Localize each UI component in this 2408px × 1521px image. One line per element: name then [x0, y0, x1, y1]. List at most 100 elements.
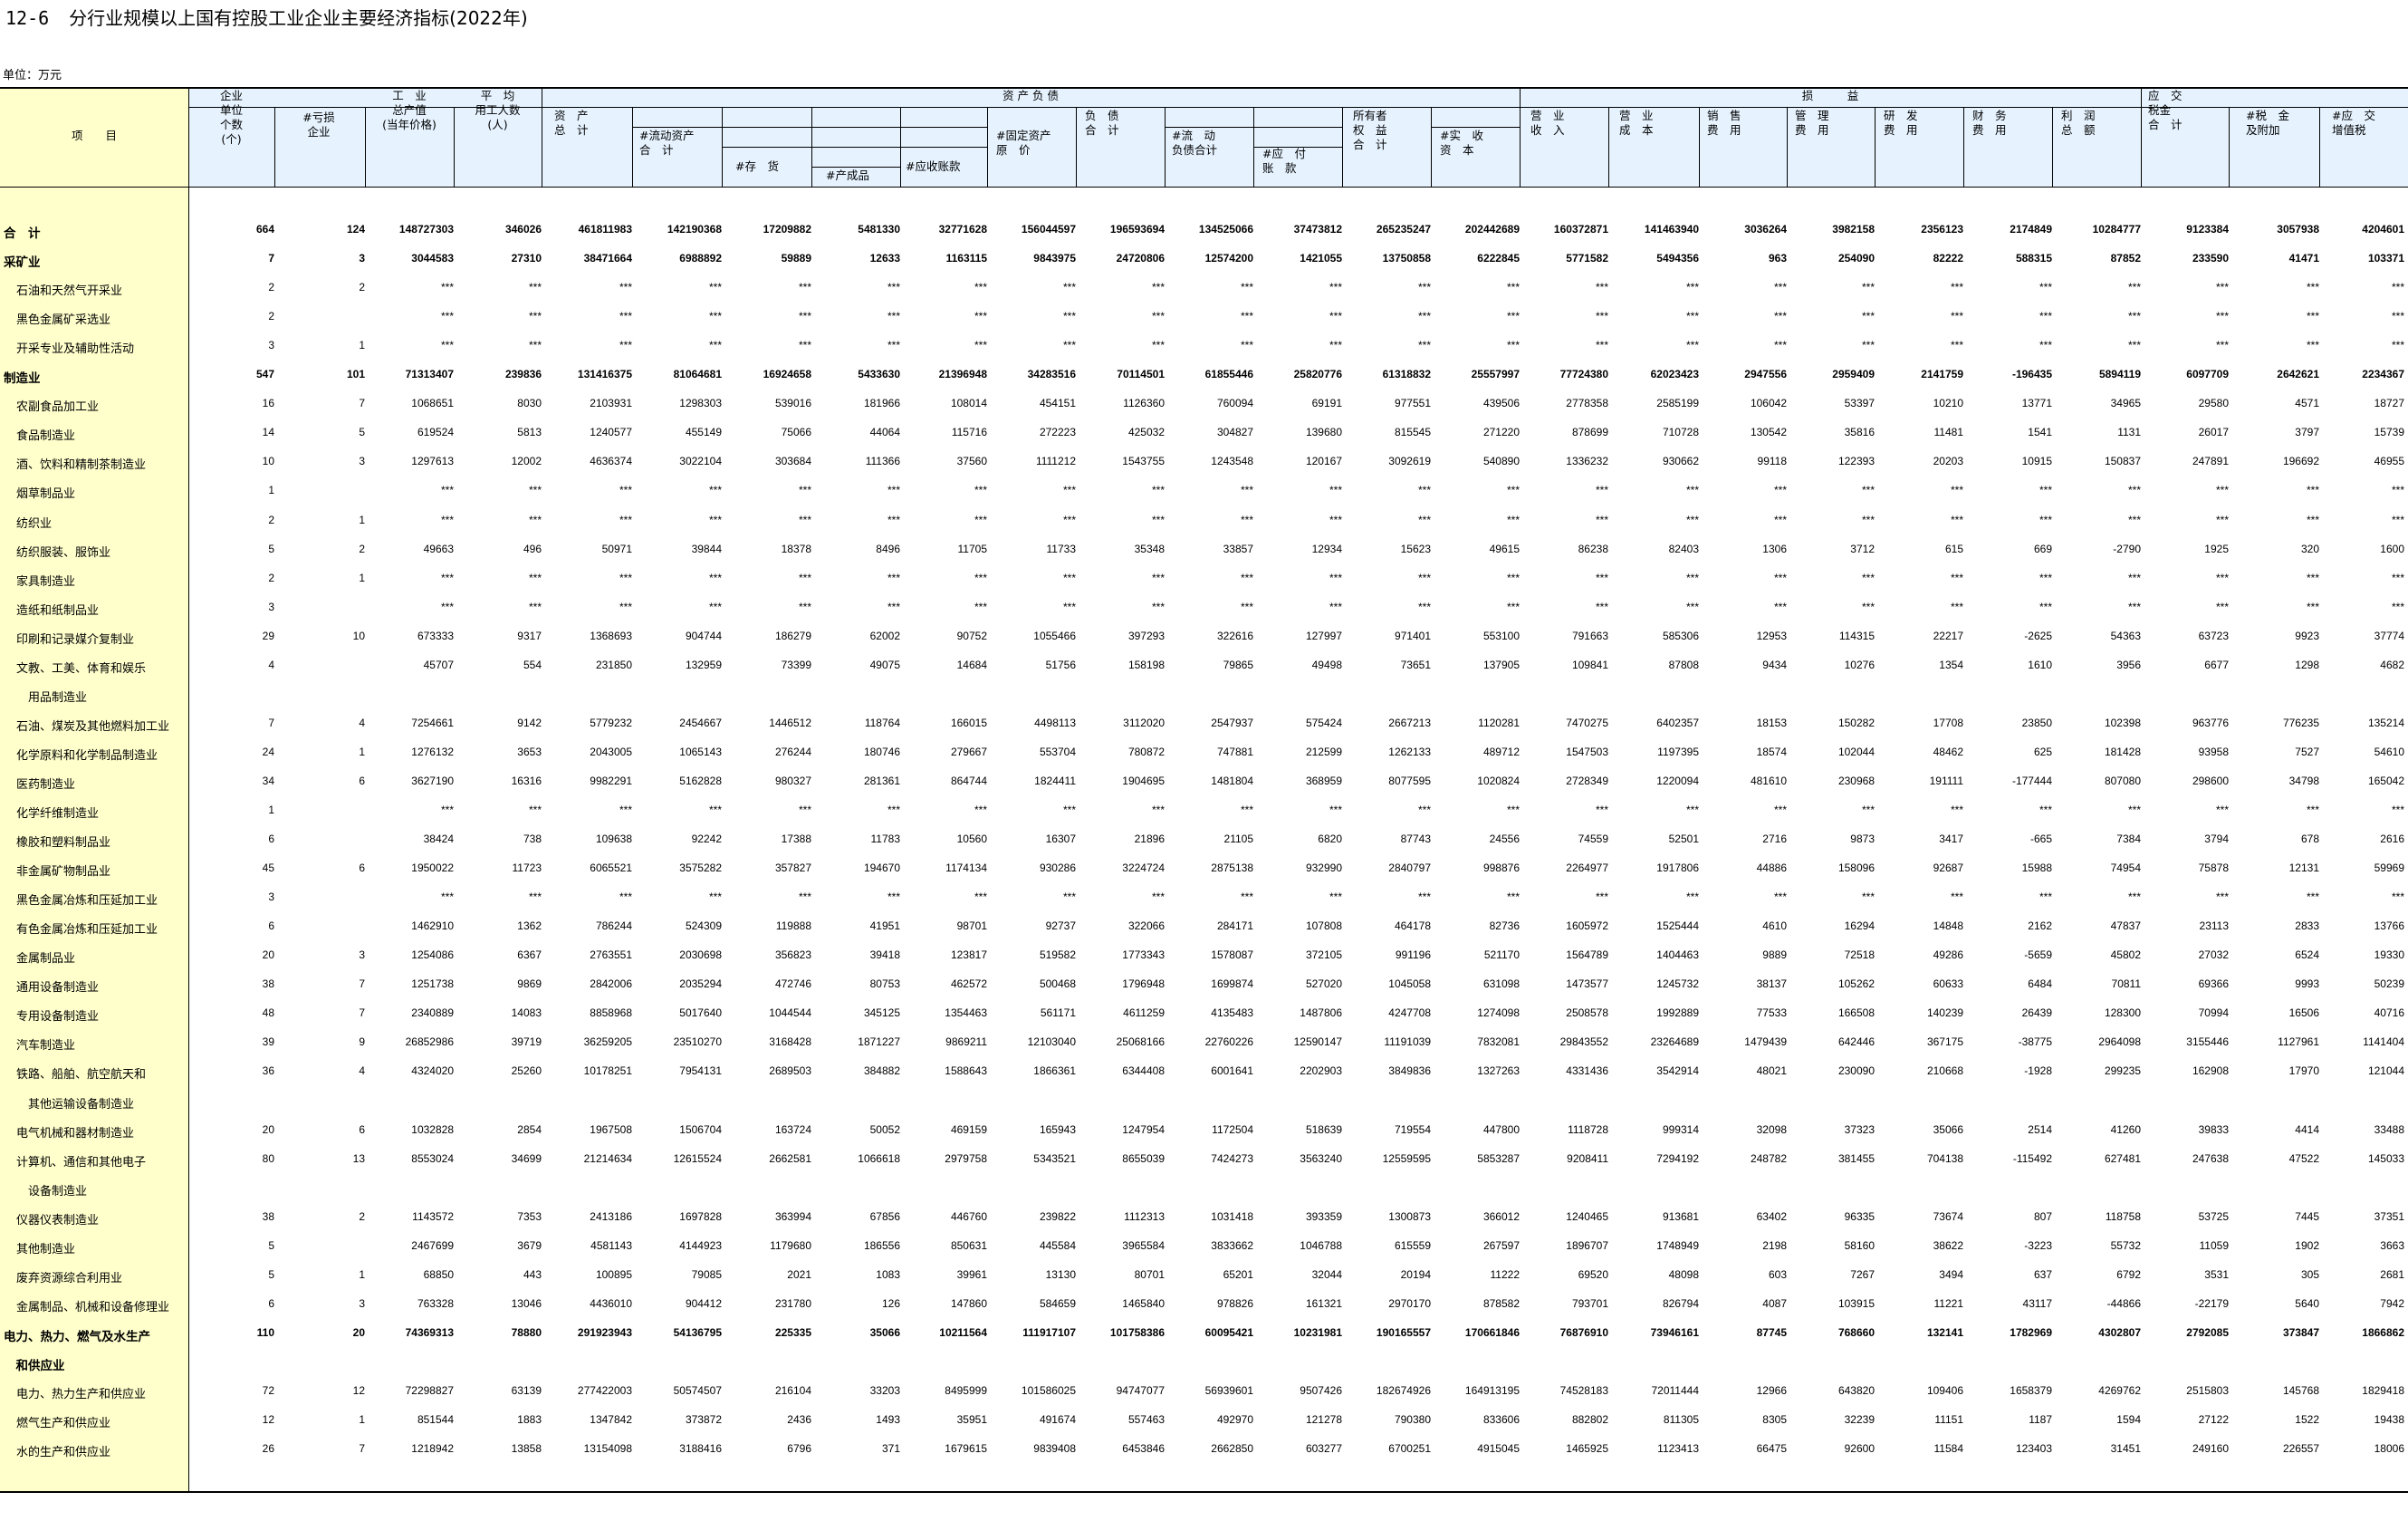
table-cell: ***	[1595, 484, 1608, 496]
table-cell: -115492	[2012, 1152, 2052, 1165]
table-cell: 26	[262, 1442, 274, 1455]
table-cell: 76876910	[1559, 1326, 1608, 1339]
table-cell: ***	[798, 484, 811, 496]
table-cell: 75878	[2198, 862, 2229, 874]
table-cell: 11222	[1490, 1268, 1520, 1281]
table-cell: 18574	[1756, 746, 1787, 758]
table-cell: ***	[2039, 804, 2052, 816]
header-inventory: #存 货	[735, 159, 779, 173]
table-cell: 1	[268, 484, 274, 496]
table-cell: 123403	[2015, 1442, 2052, 1455]
header-enterprise-count: 企业 单位 个数 (个)	[219, 89, 243, 146]
table-cell: 90752	[956, 630, 987, 642]
table-cell: 9869211	[945, 1035, 987, 1048]
table-cell: 40716	[2374, 1006, 2404, 1019]
table-cell: 150282	[1837, 717, 1875, 729]
table-cell: ***	[440, 310, 454, 322]
table-cell: 29	[262, 630, 274, 642]
table-cell: 2979758	[945, 1152, 987, 1165]
table-cell: 1605972	[1566, 919, 1608, 932]
table-cell: 54610	[2374, 746, 2404, 758]
table-cell: ***	[2306, 804, 2319, 816]
table-cell: 31451	[2110, 1442, 2141, 1455]
table-cell: ***	[1151, 339, 1165, 351]
table-cell: ***	[1773, 601, 1787, 613]
table-cell: 6484	[2028, 977, 2052, 990]
table-cell: ***	[2391, 310, 2404, 322]
table-cell: 77533	[1756, 1006, 1787, 1019]
table-cell: 27122	[2198, 1413, 2229, 1426]
table-cell: ***	[708, 804, 722, 816]
table-cell: 1824411	[1034, 775, 1076, 787]
table-cell: 6	[359, 862, 365, 874]
table-cell: 165943	[1039, 1123, 1076, 1136]
table-cell: ***	[1062, 601, 1076, 613]
table-cell: ***	[1329, 601, 1342, 613]
table-cell: ***	[1861, 890, 1875, 903]
row-label: 化学纤维制造业	[16, 807, 100, 821]
table-cell: 1	[268, 804, 274, 816]
header-col-divider	[987, 107, 988, 187]
table-cell: 70114501	[1117, 368, 1165, 380]
table-cell: 826794	[1662, 1297, 1699, 1310]
table-cell: 4269762	[2098, 1384, 2141, 1397]
table-cell: 4	[268, 659, 274, 671]
table-cell: 8077595	[1388, 775, 1431, 787]
table-cell: 904412	[685, 1297, 722, 1310]
table-cell: ***	[440, 339, 454, 351]
row-label: 计算机、通信和其他电子	[16, 1156, 147, 1170]
row-label: 有色金属冶炼和压延加工业	[16, 923, 158, 937]
table-cell: 1	[359, 1413, 365, 1426]
table-cell: 963776	[2192, 717, 2229, 729]
table-cell: 1274098	[1477, 1006, 1520, 1019]
table-cell: 8858968	[590, 1006, 632, 1019]
table-cell: 108014	[950, 397, 987, 409]
table-cell: 519582	[1039, 948, 1076, 961]
table-cell: 148727303	[398, 223, 454, 236]
table-cell: 5	[359, 426, 365, 438]
table-cell: 48462	[1933, 746, 1963, 758]
table-cell: 106042	[1750, 397, 1787, 409]
table-cell: ***	[2215, 339, 2229, 351]
table-cell: ***	[1773, 310, 1787, 322]
table-cell: 18378	[781, 543, 811, 555]
header-current-liabilities: #流 动 负债合计	[1172, 129, 1218, 157]
table-cell: ***	[1861, 281, 1875, 294]
table-cell: ***	[1773, 339, 1787, 351]
table-cell: 39	[262, 1035, 274, 1048]
table-cell: 4611259	[1123, 1006, 1165, 1019]
table-cell: 619524	[417, 426, 454, 438]
table-cell: 11705	[957, 543, 987, 555]
table-cell: 2840797	[1388, 862, 1431, 874]
table-cell: 94747077	[1116, 1384, 1165, 1397]
table-cell: 2792085	[2186, 1326, 2229, 1339]
header-item: 项 目	[71, 129, 117, 142]
table-cell: 2585199	[1656, 397, 1699, 409]
table-cell: 25260	[511, 1064, 542, 1077]
table-cell: 163724	[774, 1123, 811, 1136]
table-cell: 51756	[1045, 659, 1076, 671]
table-cell: ***	[1062, 514, 1076, 526]
table-cell: ***	[2127, 339, 2141, 351]
table-cell: 6792	[2116, 1268, 2141, 1281]
table-cell: 4135483	[1211, 1006, 1253, 1019]
table-cell: 643820	[1837, 1384, 1875, 1397]
table-cell: 3575282	[679, 862, 722, 874]
table-cell: 4436010	[590, 1297, 632, 1310]
table-cell: 518639	[1305, 1123, 1342, 1136]
table-cell: 1141404	[2363, 1035, 2404, 1048]
table-cell: 6065521	[590, 862, 632, 874]
table-cell: 114315	[1838, 630, 1875, 642]
table-cell: 60633	[1933, 977, 1963, 990]
table-cell: 1	[359, 339, 365, 351]
table-cell: 37323	[1844, 1123, 1875, 1136]
table-cell: 1298	[2295, 659, 2319, 671]
table-cell: 2356123	[1921, 223, 1963, 236]
table-cell: 322616	[1216, 630, 1253, 642]
table-cell: 2778358	[1566, 397, 1608, 409]
table-cell: 539016	[774, 397, 811, 409]
table-cell: 38	[262, 1210, 274, 1223]
table-cell: 9507426	[1300, 1384, 1342, 1397]
table-cell: 101758386	[1109, 1326, 1165, 1339]
table-cell: 6402357	[1656, 717, 1699, 729]
